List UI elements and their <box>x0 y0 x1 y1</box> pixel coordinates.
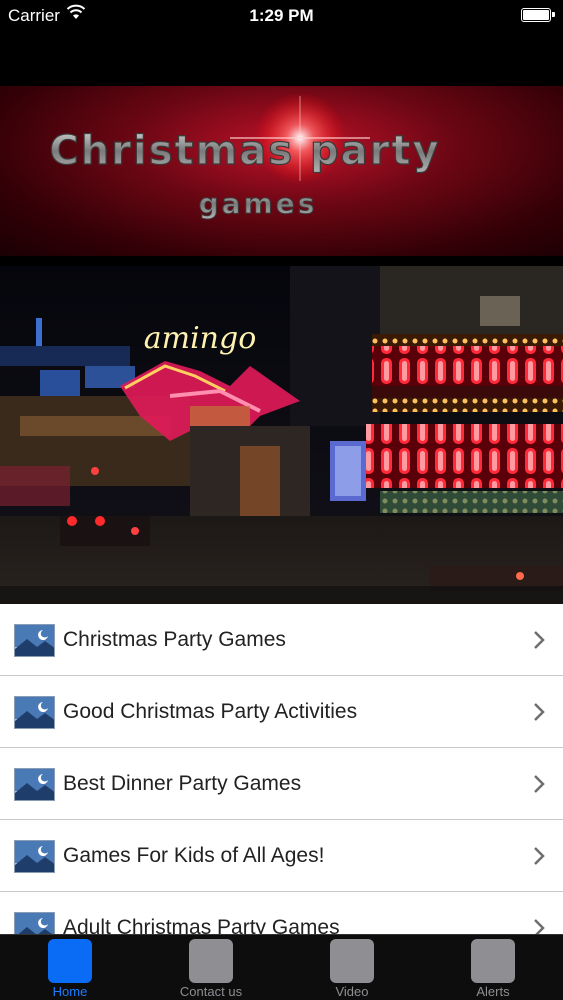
list-item[interactable]: Best Dinner Party Games <box>0 748 563 820</box>
header-banner: Christmas party games <box>0 86 563 256</box>
chevron-right-icon <box>533 846 545 866</box>
moon-landscape-icon <box>14 840 55 873</box>
list-item[interactable]: Good Christmas Party Activities <box>0 676 563 748</box>
chevron-right-icon <box>533 774 545 794</box>
tab-label: Contact us <box>179 984 243 999</box>
tab-alerts[interactable]: Alerts <box>423 935 563 1000</box>
hero-photo: amingo <box>0 266 563 604</box>
chevron-right-icon <box>533 630 545 650</box>
alerts-icon <box>471 939 515 983</box>
battery-icon <box>521 8 555 22</box>
moon-landscape-icon <box>14 624 55 657</box>
moon-landscape-icon <box>14 912 55 934</box>
moon-landscape-icon <box>14 768 55 801</box>
contact-icon <box>189 939 233 983</box>
list-item[interactable]: Christmas Party Games <box>0 604 563 676</box>
tab-bar: Home Contact us Video Alerts <box>0 934 563 1000</box>
tab-label: Alerts <box>476 984 510 999</box>
list-item[interactable]: Games For Kids of All Ages! <box>0 820 563 892</box>
chevron-right-icon <box>533 918 545 934</box>
tab-home[interactable]: Home <box>0 935 140 1000</box>
list-item-label: Christmas Party Games <box>63 628 286 651</box>
tab-contact-us[interactable]: Contact us <box>141 935 281 1000</box>
list-item-label: Adult Christmas Party Games <box>63 916 340 934</box>
list-item-label: Games For Kids of All Ages! <box>63 844 325 867</box>
banner-title-line2: games <box>199 187 318 220</box>
tab-label: Video <box>335 984 369 999</box>
home-icon <box>48 939 92 983</box>
chevron-right-icon <box>533 702 545 722</box>
menu-list: Christmas Party Games Good Christmas Par… <box>0 604 563 934</box>
banner-title-line1: Christmas party <box>49 128 440 174</box>
moon-landscape-icon <box>14 696 55 729</box>
tab-video[interactable]: Video <box>282 935 422 1000</box>
list-item-label: Good Christmas Party Activities <box>63 700 358 723</box>
hero-sign-text: amingo <box>144 321 257 356</box>
list-item-label: Best Dinner Party Games <box>63 772 302 795</box>
status-bar: Carrier 1:29 PM <box>0 0 563 40</box>
video-icon <box>330 939 374 983</box>
status-time: 1:29 PM <box>249 6 314 25</box>
tab-label: Home <box>52 984 88 999</box>
list-item[interactable]: Adult Christmas Party Games <box>0 892 563 934</box>
